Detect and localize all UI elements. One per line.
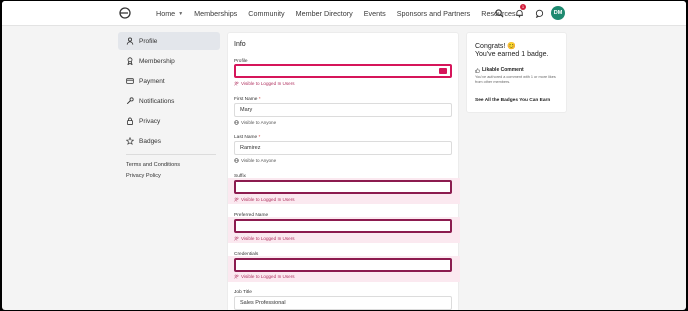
preferred-name-visibility[interactable]: Visible to Logged In Users xyxy=(234,236,295,241)
sidebar-divider xyxy=(126,154,216,155)
last-name-label: Last Name * xyxy=(234,135,260,140)
logo-icon[interactable] xyxy=(119,7,131,19)
badge-description: You've authored a comment with 1 or more… xyxy=(475,75,556,84)
first-name-visibility[interactable]: Visible to Anyone xyxy=(234,120,276,125)
group-icon xyxy=(234,236,239,241)
sidebar-item-label: Badges xyxy=(139,137,162,145)
first-name-label: First Name * xyxy=(234,97,261,102)
congrats-heading: Congrats! 😊 xyxy=(475,43,517,50)
badge-name: Likable Comment xyxy=(475,67,524,73)
main-nav: Home ▼ Memberships Community Member Dire… xyxy=(156,1,527,26)
lock-icon xyxy=(127,117,133,125)
first-name-field[interactable]: Mary xyxy=(234,103,452,117)
group-icon xyxy=(234,81,239,86)
suffix-label: Suffix xyxy=(234,174,246,179)
visibility-label: Visible to Logged In Users xyxy=(241,81,295,86)
last-name-label-text: Last Name xyxy=(234,135,258,140)
wrench-icon xyxy=(126,97,134,105)
section-title: Info xyxy=(234,41,246,48)
visibility-label: Visible to Logged In Users xyxy=(241,236,295,241)
ribbon-icon xyxy=(127,57,133,65)
badge-name-text: Likable Comment xyxy=(482,67,524,73)
visibility-label: Visible to Anyone xyxy=(241,120,277,125)
group-icon xyxy=(234,197,239,202)
chevron-down-icon: ▼ xyxy=(178,10,184,17)
app-window: Home ▼ Memberships Community Member Dire… xyxy=(2,1,686,310)
nav-home[interactable]: Home ▼ xyxy=(156,9,183,18)
last-name-field[interactable]: Ramirez xyxy=(234,141,452,155)
group-icon xyxy=(234,274,239,279)
visibility-label: Visible to Logged In Users xyxy=(241,197,295,202)
sidebar-item-membership[interactable]: Membership xyxy=(118,52,220,70)
sidebar-item-label: Privacy xyxy=(139,117,161,125)
privacy-policy-link[interactable]: Privacy Policy xyxy=(118,170,220,181)
suffix-field[interactable] xyxy=(234,180,452,194)
profile-field[interactable] xyxy=(234,64,452,78)
nav-community[interactable]: Community xyxy=(248,9,284,18)
credentials-visibility[interactable]: Visible to Logged In Users xyxy=(234,274,295,279)
credentials-field[interactable] xyxy=(234,258,452,272)
sidebar-item-privacy[interactable]: Privacy xyxy=(118,112,220,130)
preferred-name-field[interactable] xyxy=(234,219,452,233)
profile-visibility[interactable]: Visible to Logged In Users xyxy=(234,81,295,86)
required-asterisk: * xyxy=(258,135,261,140)
thumbs-up-icon xyxy=(475,67,480,73)
chat-icon[interactable] xyxy=(533,7,545,19)
avatar[interactable]: DM xyxy=(551,6,565,20)
badges-earned-text: You've earned 1 badge. xyxy=(475,51,549,58)
terms-and-conditions-link[interactable]: Terms and Conditions xyxy=(118,159,220,170)
job-title-label: Job Title xyxy=(234,290,252,295)
sidebar-item-payment[interactable]: Payment xyxy=(118,72,220,90)
preferred-name-label: Preferred Name xyxy=(234,213,269,218)
first-name-label-text: First Name xyxy=(234,97,258,102)
badges-card: Congrats! 😊 You've earned 1 badge. Likab… xyxy=(466,32,567,113)
info-form-card: Info Profile Visible to Logged In Users … xyxy=(227,32,460,310)
visibility-label: Visible to Anyone xyxy=(241,158,277,163)
nav-member-directory[interactable]: Member Directory xyxy=(296,9,353,18)
settings-sidebar: Profile Membership Payment Notifications… xyxy=(118,32,220,181)
sidebar-item-notifications[interactable]: Notifications xyxy=(118,92,220,110)
sidebar-item-badges[interactable]: Badges xyxy=(118,132,220,150)
see-all-badges-link[interactable]: See All the Badges You Can Earn xyxy=(475,98,550,103)
sidebar-item-label: Profile xyxy=(139,37,158,45)
globe-icon xyxy=(234,120,239,125)
person-icon xyxy=(126,37,134,45)
credentials-label: Credentials xyxy=(234,252,259,257)
notification-count-badge: 1 xyxy=(520,4,526,10)
suffix-visibility[interactable]: Visible to Logged In Users xyxy=(234,197,295,202)
nav-events[interactable]: Events xyxy=(364,9,386,18)
visibility-label: Visible to Logged In Users xyxy=(241,274,295,279)
top-navigation-bar: Home ▼ Memberships Community Member Dire… xyxy=(2,1,686,26)
sidebar-item-label: Membership xyxy=(139,57,175,65)
star-icon xyxy=(126,137,134,145)
globe-icon xyxy=(234,158,239,163)
sidebar-item-label: Notifications xyxy=(139,97,175,105)
nav-memberships[interactable]: Memberships xyxy=(194,9,237,18)
credit-card-icon xyxy=(126,78,134,84)
sidebar-item-label: Payment xyxy=(139,77,165,85)
nav-home-label: Home xyxy=(156,9,176,18)
job-title-field[interactable]: Sales Professional xyxy=(234,296,452,310)
nav-sponsors-partners[interactable]: Sponsors and Partners xyxy=(397,9,471,18)
required-asterisk: * xyxy=(258,97,261,102)
sidebar-item-profile[interactable]: Profile xyxy=(118,32,220,50)
search-icon[interactable] xyxy=(493,7,505,19)
field-marker-icon xyxy=(439,68,447,74)
last-name-visibility[interactable]: Visible to Anyone xyxy=(234,158,276,163)
